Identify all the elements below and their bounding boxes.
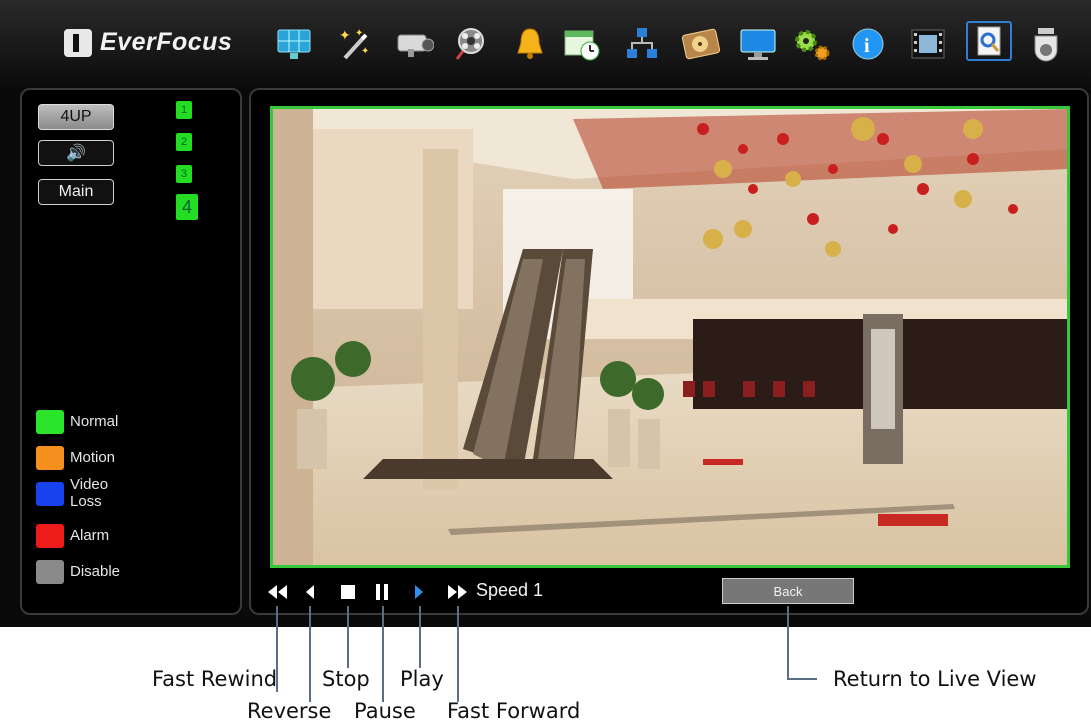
label-pause: Pause — [354, 699, 416, 723]
dome-camera-icon[interactable] — [1026, 24, 1066, 64]
gears-icon[interactable] — [790, 24, 830, 64]
stop-icon — [341, 585, 355, 599]
label-reverse: Reverse — [247, 699, 332, 723]
left-panel: 4UP 🔊 Main 1 2 3 4 Normal Motion Video Los… — [20, 88, 242, 615]
play-button[interactable] — [411, 582, 427, 602]
legend-label: Motion — [70, 449, 116, 466]
speaker-icon: 🔊 — [66, 145, 86, 162]
fast-forward-button[interactable] — [446, 582, 470, 602]
dvr-playback-screen: EverFocus ✦ ✦ ✦ i 4UP 🔊 Main 1 2 3 4 Nor… — [0, 0, 1091, 627]
legend-label: Alarm — [70, 527, 110, 544]
callout-line-return-live — [787, 606, 789, 679]
callout-line-fast-forward — [457, 606, 459, 702]
fast-forward-icon — [448, 585, 467, 599]
stop-button[interactable] — [338, 582, 358, 602]
pause-button[interactable] — [373, 582, 391, 602]
svg-text:✦: ✦ — [339, 27, 351, 43]
channel-2-button[interactable]: 2 — [176, 133, 192, 151]
film-search-icon[interactable] — [452, 24, 492, 64]
channel-4-button[interactable]: 4 — [176, 194, 198, 220]
video-viewport[interactable] — [270, 106, 1070, 568]
everfocus-logo: EverFocus — [64, 28, 232, 57]
callout-line-stop — [347, 606, 349, 668]
callout-elbow-return-live — [787, 678, 817, 680]
audio-button[interactable]: 🔊 — [38, 140, 114, 166]
fast-rewind-button[interactable] — [265, 582, 289, 602]
svg-text:✦: ✦ — [355, 28, 363, 39]
info-icon[interactable]: i — [848, 24, 888, 64]
legend-swatch — [36, 560, 64, 584]
channel-3-button[interactable]: 3 — [176, 165, 192, 183]
legend-swatch — [36, 524, 64, 548]
fast-rewind-icon — [268, 585, 287, 599]
label-stop: Stop — [322, 667, 370, 691]
monitor-icon[interactable] — [738, 24, 778, 64]
main-stream-button[interactable]: Main — [38, 179, 114, 205]
speed-indicator: Speed 1 — [476, 580, 544, 600]
legend-label: Disable — [70, 563, 121, 580]
label-return-live: Return to Live View — [833, 667, 1037, 691]
top-toolbar: EverFocus ✦ ✦ ✦ i — [0, 0, 1091, 88]
back-to-live-button[interactable]: Back — [722, 578, 854, 604]
pause-icon — [376, 584, 388, 600]
legend-swatch — [36, 482, 64, 506]
svg-text:✦: ✦ — [361, 46, 369, 57]
play-icon — [415, 585, 423, 599]
search-doc-icon[interactable] — [966, 21, 1012, 61]
legend-label: Video Loss — [70, 476, 109, 510]
channel-1-button[interactable]: 1 — [176, 101, 192, 119]
label-fast-rewind: Fast Rewind — [152, 667, 278, 691]
reverse-button[interactable] — [302, 582, 318, 602]
legend-swatch — [36, 410, 64, 434]
display-icon[interactable] — [274, 24, 314, 64]
callout-line-pause — [382, 606, 384, 702]
layout-4up-button[interactable]: 4UP — [38, 104, 114, 130]
legend-swatch — [36, 446, 64, 470]
label-play: Play — [400, 667, 444, 691]
brand-mark-icon — [64, 28, 92, 57]
wand-icon[interactable]: ✦ ✦ ✦ — [334, 24, 374, 64]
label-fast-forward: Fast Forward — [447, 699, 581, 723]
callout-line-play — [419, 606, 421, 668]
disk-icon[interactable] — [680, 24, 720, 64]
network-icon[interactable] — [622, 24, 662, 64]
callout-line-reverse — [309, 606, 311, 702]
schedule-icon[interactable] — [562, 24, 602, 64]
svg-text:i: i — [864, 35, 870, 57]
bell-icon[interactable] — [510, 24, 550, 64]
mall-camera-frame — [273, 109, 1067, 565]
legend-label: Normal — [70, 413, 119, 430]
brand-name: EverFocus — [100, 28, 233, 56]
film-icon[interactable] — [908, 24, 948, 64]
reverse-icon — [306, 585, 314, 599]
camera-icon[interactable] — [394, 24, 434, 64]
